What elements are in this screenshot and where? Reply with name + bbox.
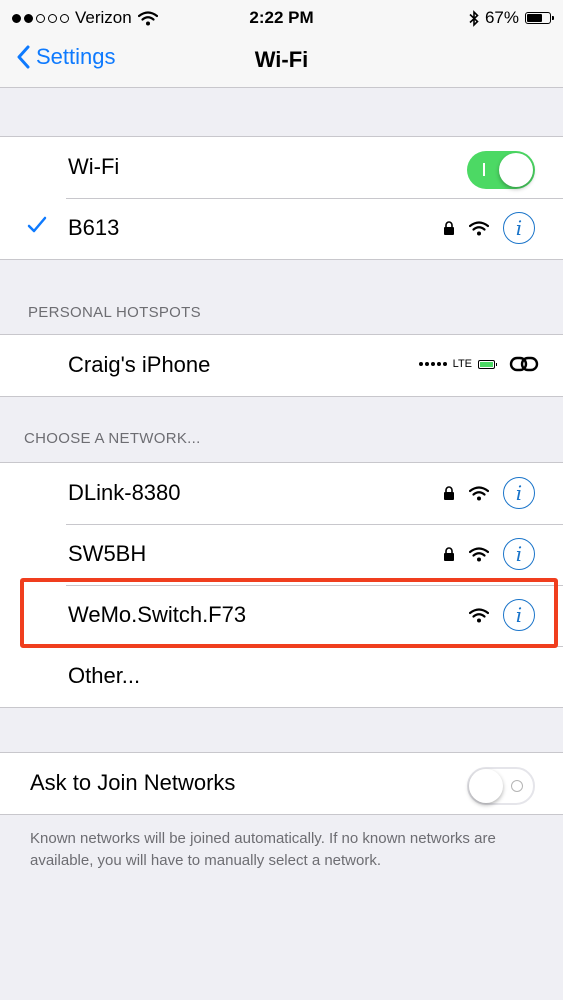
bluetooth-icon (469, 9, 479, 27)
network-row-dlink[interactable]: DLink-8380 i (0, 463, 563, 524)
ask-to-join-row: Ask to Join Networks (0, 753, 563, 814)
info-icon[interactable]: i (503, 599, 535, 631)
ask-to-join-group: Ask to Join Networks (0, 752, 563, 815)
status-bar-right: 67% (469, 8, 554, 28)
lock-icon (444, 221, 454, 235)
info-icon[interactable]: i (503, 538, 535, 570)
battery-icon (525, 12, 554, 24)
lock-icon (444, 547, 454, 561)
hotspots-group: Craig's iPhone LTE (0, 334, 563, 397)
network-row-other[interactable]: Other... (0, 646, 563, 707)
lock-icon (444, 486, 454, 500)
info-icon[interactable]: i (503, 477, 535, 509)
network-name: DLink-8380 (68, 480, 181, 505)
network-row-sw5bh[interactable]: SW5BH i (0, 524, 563, 585)
wifi-toggle-label: Wi-Fi (68, 154, 120, 179)
wifi-signal-icon (469, 546, 489, 561)
network-icons: i (443, 477, 535, 509)
connected-network-name: B613 (68, 215, 120, 240)
wifi-group: Wi-Fi B613 i (0, 136, 563, 260)
networks-group: DLink-8380 i SW5BH i WeMo.Switch.F73 i O… (0, 462, 563, 708)
ask-to-join-label: Ask to Join Networks (30, 770, 236, 795)
connected-network-icons: i (443, 212, 535, 244)
hotspot-signal-icon (418, 362, 447, 366)
section-header-hotspots: PERSONAL HOTSPOTS (28, 304, 201, 321)
battery-percent: 67% (484, 8, 519, 27)
wifi-signal-icon (469, 607, 489, 622)
hotspot-row[interactable]: Craig's iPhone LTE (0, 335, 563, 396)
network-icons: i (443, 538, 535, 570)
hotspot-battery-icon (478, 359, 497, 369)
checkmark-icon (27, 216, 47, 233)
network-name: Other... (68, 663, 141, 688)
wifi-signal-icon (469, 485, 489, 500)
hotspot-status: LTE (418, 355, 539, 373)
connected-network-row[interactable]: B613 i (0, 198, 563, 259)
wifi-toggle-switch[interactable] (467, 151, 535, 189)
network-name: WeMo.Switch.F73 (68, 602, 247, 627)
hotspot-name: Craig's iPhone (68, 352, 211, 377)
info-icon[interactable]: i (503, 212, 535, 244)
ask-to-join-footer: Known networks will be joined automatica… (30, 830, 496, 869)
network-icons: i (469, 599, 535, 631)
network-row-wemo[interactable]: WeMo.Switch.F73 i (0, 585, 563, 646)
section-header-networks: CHOOSE A NETWORK... (24, 430, 201, 447)
navigation-bar: Settings Wi-Fi (0, 36, 563, 88)
network-name: SW5BH (68, 541, 147, 566)
link-icon (509, 356, 539, 372)
ask-to-join-toggle[interactable] (467, 767, 535, 805)
wifi-signal-icon (469, 220, 489, 235)
page-title: Wi-Fi (254, 47, 309, 72)
wifi-toggle-row: Wi-Fi (0, 137, 563, 198)
hotspot-network-type: LTE (452, 358, 472, 370)
status-bar: Verizon 2:22 PM 67% (0, 0, 563, 36)
